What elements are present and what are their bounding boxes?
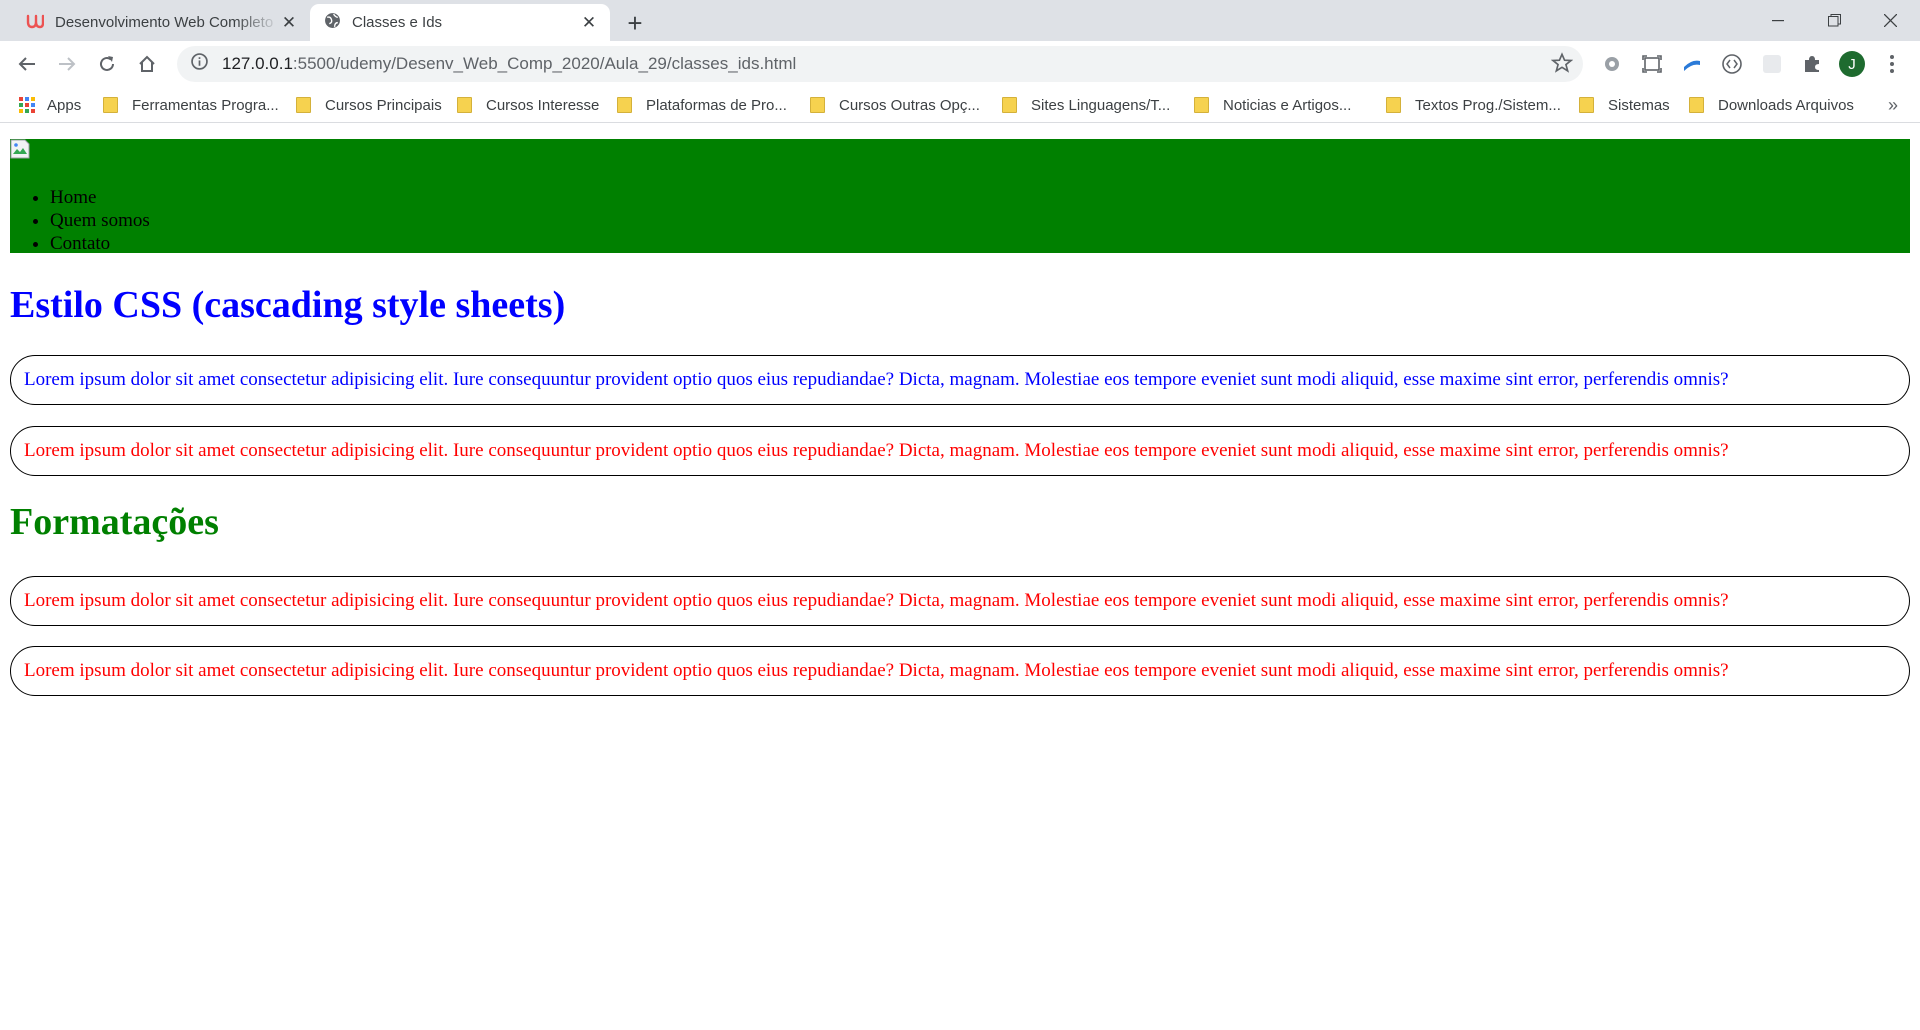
browser-toolbar: 127.0.0.1:5500/udemy/Desenv_Web_Comp_202… bbox=[0, 41, 1920, 87]
profile-avatar[interactable]: J bbox=[1838, 50, 1866, 78]
bookmark-folder[interactable]: Textos Prog./Sistem... bbox=[1386, 93, 1561, 117]
bookmark-label: Apps bbox=[47, 96, 82, 114]
globe-icon bbox=[324, 12, 341, 33]
bookmark-star-icon[interactable] bbox=[1550, 52, 1574, 79]
tab-desenvolvimento-web[interactable]: Desenvolvimento Web Completo ✕ bbox=[12, 4, 310, 41]
heading-estilo-css: Estilo CSS (cascading style sheets) bbox=[10, 284, 566, 326]
bookmark-folder[interactable]: Sites Linguagens/T... bbox=[1002, 93, 1170, 117]
info-icon[interactable] bbox=[191, 53, 208, 75]
nav-item-quem-somos[interactable]: Quem somos bbox=[50, 209, 150, 232]
tab-classes-e-ids[interactable]: Classes e Ids ✕ bbox=[310, 4, 610, 41]
paragraph-box-red: Lorem ipsum dolor sit amet consectetur a… bbox=[10, 646, 1910, 696]
broken-image-icon bbox=[10, 139, 30, 159]
udemy-icon bbox=[26, 13, 45, 33]
folder-icon bbox=[1689, 97, 1704, 113]
bookmark-folder[interactable]: Cursos Outras Opç... bbox=[810, 93, 980, 117]
menu-dots-icon[interactable] bbox=[1878, 50, 1906, 78]
bookmark-folder[interactable]: Noticias e Artigos... bbox=[1194, 93, 1351, 117]
bookmarks-bar: Apps Ferramentas Progra... Cursos Princi… bbox=[0, 87, 1920, 123]
bookmark-folder[interactable]: Cursos Principais bbox=[296, 93, 442, 117]
gear-extension-icon[interactable] bbox=[1598, 50, 1626, 78]
back-icon[interactable] bbox=[11, 48, 43, 80]
paragraph-box-red: Lorem ipsum dolor sit amet consectetur a… bbox=[10, 426, 1910, 476]
bookmark-label: Cursos Interesse bbox=[486, 96, 600, 114]
home-icon[interactable] bbox=[131, 48, 163, 80]
blue-extension-icon[interactable] bbox=[1678, 50, 1706, 78]
puzzle-icon[interactable] bbox=[1798, 50, 1826, 78]
code-extension-icon[interactable] bbox=[1718, 50, 1746, 78]
tab-title: Classes e Ids bbox=[352, 14, 443, 31]
bookmark-label: Textos Prog./Sistem... bbox=[1415, 96, 1561, 114]
url-host: 127.0.0.1 bbox=[222, 54, 293, 73]
close-tab-icon[interactable]: ✕ bbox=[580, 13, 598, 32]
folder-icon bbox=[1579, 97, 1594, 113]
folder-icon bbox=[810, 97, 825, 113]
close-tab-icon[interactable]: ✕ bbox=[280, 13, 298, 32]
bookmark-folder[interactable]: Downloads Arquivos bbox=[1689, 93, 1854, 117]
folder-icon bbox=[103, 97, 118, 113]
restore-icon[interactable] bbox=[1806, 0, 1862, 41]
folder-icon bbox=[1386, 97, 1401, 113]
minimize-icon[interactable] bbox=[1750, 0, 1806, 41]
bookmark-label: Cursos Principais bbox=[325, 96, 442, 114]
bookmark-folder[interactable]: Cursos Interesse bbox=[457, 93, 599, 117]
reload-icon[interactable] bbox=[91, 48, 123, 80]
folder-icon bbox=[1002, 97, 1017, 113]
bookmark-label: Plataformas de Pro... bbox=[646, 96, 787, 114]
bookmark-apps[interactable]: Apps bbox=[19, 93, 81, 117]
paragraph-box-red: Lorem ipsum dolor sit amet consectetur a… bbox=[10, 576, 1910, 626]
nav-menu: Home Quem somos Contato bbox=[10, 186, 150, 255]
bookmark-label: Cursos Outras Opç... bbox=[839, 96, 980, 114]
more-bookmarks-icon[interactable]: » bbox=[1888, 95, 1898, 116]
bookmark-folder[interactable]: Sistemas bbox=[1579, 93, 1670, 117]
bookmark-label: Noticias e Artigos... bbox=[1223, 96, 1352, 114]
screenshot-extension-icon[interactable] bbox=[1638, 50, 1666, 78]
nav-item-home[interactable]: Home bbox=[50, 186, 150, 209]
folder-icon bbox=[1194, 97, 1209, 113]
bookmark-label: Sistemas bbox=[1608, 96, 1670, 114]
folder-icon bbox=[617, 97, 632, 113]
bookmark-folder[interactable]: Ferramentas Progra... bbox=[103, 93, 279, 117]
forward-icon[interactable] bbox=[51, 48, 83, 80]
new-tab-icon[interactable]: + bbox=[620, 8, 650, 38]
heading-formatacoes: Formatações bbox=[10, 501, 219, 543]
paragraph-box-blue: Lorem ipsum dolor sit amet consectetur a… bbox=[10, 355, 1910, 405]
bookmark-label: Downloads Arquivos bbox=[1718, 96, 1854, 114]
folder-icon bbox=[296, 97, 311, 113]
apps-grid-icon bbox=[19, 97, 35, 113]
url-text: 127.0.0.1:5500/udemy/Desenv_Web_Comp_202… bbox=[222, 54, 796, 74]
tab-title: Desenvolvimento Web Completo bbox=[55, 14, 274, 31]
url-path: :5500/udemy/Desenv_Web_Comp_2020/Aula_29… bbox=[292, 54, 797, 73]
close-window-icon[interactable] bbox=[1862, 0, 1918, 41]
nav-item-contato[interactable]: Contato bbox=[50, 232, 150, 255]
page-header: Home Quem somos Contato bbox=[10, 139, 1910, 255]
avatar-initial: J bbox=[1839, 51, 1865, 77]
address-bar[interactable]: 127.0.0.1:5500/udemy/Desenv_Web_Comp_202… bbox=[177, 46, 1583, 82]
tab-strip: Desenvolvimento Web Completo ✕ Classes e… bbox=[0, 0, 1920, 41]
bookmark-label: Sites Linguagens/T... bbox=[1031, 96, 1171, 114]
gray-extension-icon[interactable] bbox=[1758, 50, 1786, 78]
page-viewport: Home Quem somos Contato Estilo CSS (casc… bbox=[0, 124, 1920, 1030]
bookmark-folder[interactable]: Plataformas de Pro... bbox=[617, 93, 787, 117]
folder-icon bbox=[457, 97, 472, 113]
bookmark-label: Ferramentas Progra... bbox=[132, 96, 279, 114]
